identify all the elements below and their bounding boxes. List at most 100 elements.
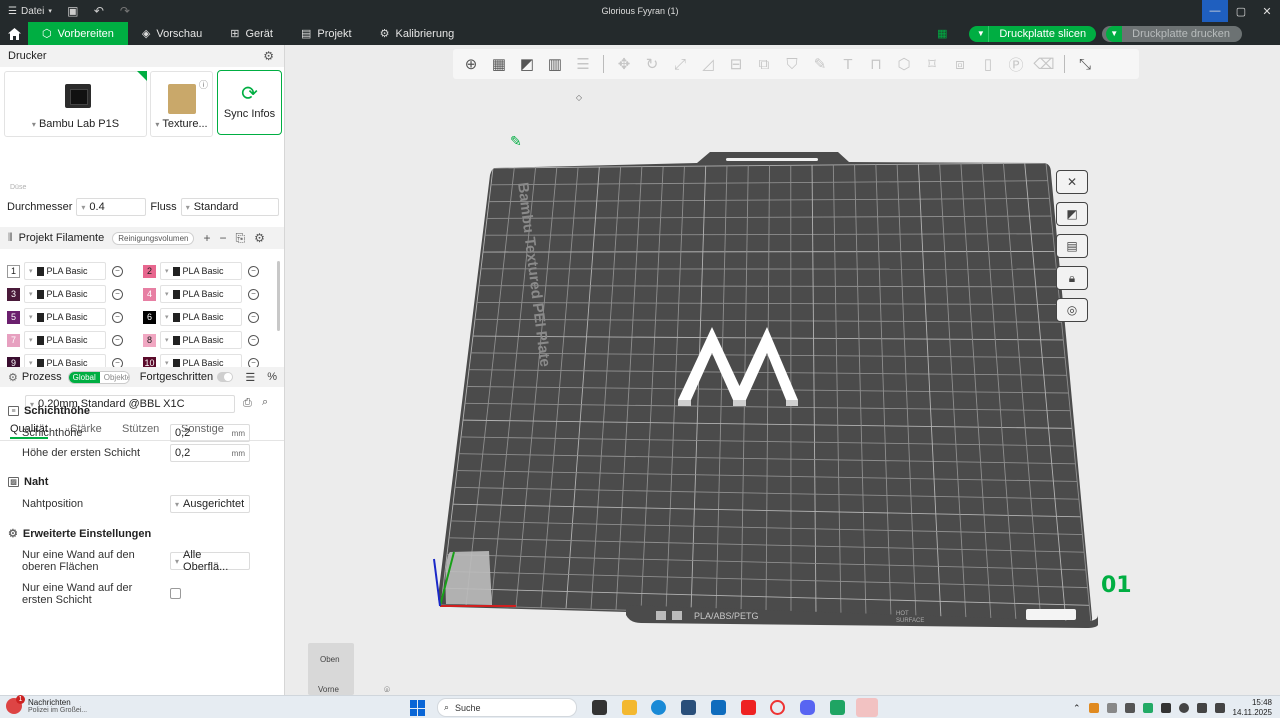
discord-icon[interactable]	[800, 700, 815, 715]
toggle-objects[interactable]: Objekte	[99, 371, 129, 383]
filament-number[interactable]: 4	[143, 287, 156, 301]
battery-icon[interactable]	[1214, 703, 1225, 713]
sync-filament-icon[interactable]: ⎘	[236, 231, 246, 246]
print-plate-button[interactable]: ▼ Druckplatte drucken	[1102, 25, 1242, 42]
file-explorer-icon[interactable]	[622, 700, 637, 715]
tray-app-icon[interactable]	[1106, 703, 1117, 713]
sheets-icon[interactable]	[830, 700, 845, 715]
filament-select[interactable]: ▾ PLA Basic	[24, 308, 106, 326]
chevron-up-icon[interactable]: ⌃	[1073, 703, 1081, 714]
opera-icon[interactable]	[770, 700, 785, 715]
remove-filament-icon[interactable]: −	[112, 265, 123, 277]
remove-icon[interactable]: −	[220, 231, 227, 245]
flow-select[interactable]: ▾ Standard	[180, 198, 279, 216]
filament-select[interactable]: ▾ PLA Basic	[160, 308, 242, 326]
one-wall-first-checkbox[interactable]	[170, 588, 181, 599]
remove-filament-icon[interactable]: −	[248, 311, 259, 323]
filament-number[interactable]: 3	[7, 287, 20, 301]
tray-app-icon[interactable]	[1124, 703, 1135, 713]
news-widget[interactable]: 1 Nachrichten Polizei im Großei...	[6, 695, 87, 714]
percent-icon[interactable]: %	[267, 371, 277, 383]
tab-calibration[interactable]: ⚙ Kalibrierung	[366, 22, 469, 45]
camera-icon[interactable]: ⌾	[384, 685, 390, 695]
remove-filament-icon[interactable]: −	[248, 288, 259, 300]
list-icon[interactable]: ☰	[245, 371, 255, 384]
toggle-global[interactable]: Global	[68, 371, 100, 383]
filament-number[interactable]: 2	[143, 264, 156, 278]
diameter-select[interactable]: ▾ 0.4	[76, 198, 147, 216]
save-icon[interactable]: ▣	[60, 0, 86, 22]
filament-select[interactable]: ▾ PLA Basic	[24, 331, 106, 349]
youtube-icon[interactable]	[741, 700, 756, 715]
tab-prepare[interactable]: ⬡ Vorbereiten	[28, 22, 128, 45]
plate-grid-icon[interactable]: ▦	[935, 27, 949, 41]
lock-icon[interactable]: 🔒︎	[1056, 266, 1088, 290]
arrange-plate-icon[interactable]: ▤	[1056, 234, 1088, 258]
filament-select[interactable]: ▾ PLA Basic	[160, 331, 242, 349]
remove-filament-icon[interactable]: −	[112, 334, 123, 346]
filament-scrollbar[interactable]	[277, 261, 280, 331]
windows-start-icon[interactable]	[410, 700, 426, 716]
chevron-down-icon[interactable]: ▼	[973, 25, 990, 42]
layer-height-input[interactable]: 0,2 mm	[170, 424, 250, 442]
navigation-cube[interactable]: Oben Vorne	[308, 643, 354, 695]
filament-number[interactable]: 8	[143, 333, 156, 347]
printer-card[interactable]: ▾ Bambu Lab P1S	[4, 71, 147, 137]
orient-plate-icon[interactable]: ◩	[1056, 202, 1088, 226]
filament-number[interactable]: 6	[143, 310, 156, 324]
filament-number[interactable]: 7	[7, 333, 20, 347]
minimize-button[interactable]: —	[1202, 0, 1228, 22]
wifi-icon[interactable]	[1178, 703, 1189, 713]
taskbar-search[interactable]: ⌕ Suche	[437, 698, 577, 717]
sync-infos-button[interactable]: ⟳ Sync Infos	[217, 70, 282, 135]
redo-icon[interactable]: ↷	[112, 0, 138, 22]
remove-filament-icon[interactable]: −	[112, 288, 123, 300]
file-menu[interactable]: ☰ Datei ▾	[0, 6, 60, 17]
filament-number[interactable]: 10	[143, 356, 156, 367]
remove-filament-icon[interactable]: −	[248, 334, 259, 346]
clock[interactable]: 15:48 14.11.2025	[1233, 698, 1272, 718]
filament-number[interactable]: 9	[7, 356, 20, 367]
purge-volume-button[interactable]: Reinigungsvolumen	[112, 231, 195, 245]
advanced-switch[interactable]	[217, 372, 234, 382]
filament-select[interactable]: ▾ PLA Basic	[24, 285, 106, 303]
home-button[interactable]	[0, 22, 28, 45]
filament-select[interactable]: ▾ PLA Basic	[160, 262, 242, 280]
close-button[interactable]: ✕	[1254, 0, 1280, 22]
volume-icon[interactable]	[1196, 703, 1207, 713]
global-object-toggle[interactable]: Global Objekte	[67, 370, 130, 384]
task-view-icon[interactable]	[592, 700, 607, 715]
tray-app-icon[interactable]	[1142, 703, 1153, 713]
tab-device[interactable]: ⊞ Gerät	[216, 22, 287, 45]
remove-filament-icon[interactable]: −	[248, 357, 259, 367]
edge-icon[interactable]	[651, 700, 666, 715]
outlook-icon[interactable]	[711, 700, 726, 715]
remove-filament-icon[interactable]: −	[248, 265, 259, 277]
search-icon[interactable]: ⌕	[262, 396, 268, 409]
3d-viewport[interactable]: ◇ ⊕ ▦ ◩ ▥ ☰ ✥ ↻ ⤢ ◿ ⊟ ⧉ ⛉ ✎ T ⊓ ⬡ ⌑ ⧈ ▯ …	[286, 45, 1280, 695]
seam-position-select[interactable]: ▾ Ausgerichtet	[170, 495, 250, 513]
bambu-studio-icon[interactable]	[856, 698, 878, 717]
gear-icon[interactable]: ⚙	[263, 49, 274, 63]
info-icon[interactable]: ⓘ	[199, 78, 208, 91]
remove-filament-icon[interactable]: −	[112, 357, 123, 367]
filament-select[interactable]: ▾ PLA Basic	[160, 285, 242, 303]
filament-select[interactable]: ▾ PLA Basic	[160, 354, 242, 367]
tab-support[interactable]: Stützen	[122, 423, 159, 435]
filament-select[interactable]: ▾ PLA Basic	[24, 262, 106, 280]
chevron-down-icon[interactable]: ▼	[1106, 25, 1123, 42]
tab-preview[interactable]: ◈ Vorschau	[128, 22, 216, 45]
first-layer-input[interactable]: 0,2 mm	[170, 444, 250, 462]
tray-app-icon[interactable]	[1160, 703, 1171, 713]
plate-card[interactable]: ⓘ ▾ Texture...	[150, 71, 213, 137]
gear-icon[interactable]: ⚙	[254, 231, 265, 245]
maximize-button[interactable]: ▢	[1228, 0, 1254, 22]
filament-number[interactable]: 1	[7, 264, 20, 278]
filament-number[interactable]: 5	[7, 310, 20, 324]
plate-settings-icon[interactable]: ◎	[1056, 298, 1088, 322]
delete-plate-icon[interactable]: ✕	[1056, 170, 1088, 194]
tab-project[interactable]: ▤ Projekt	[287, 22, 366, 45]
remove-filament-icon[interactable]: −	[112, 311, 123, 323]
tray-app-icon[interactable]	[1088, 703, 1099, 713]
save-profile-icon[interactable]: ⎙	[243, 397, 252, 410]
